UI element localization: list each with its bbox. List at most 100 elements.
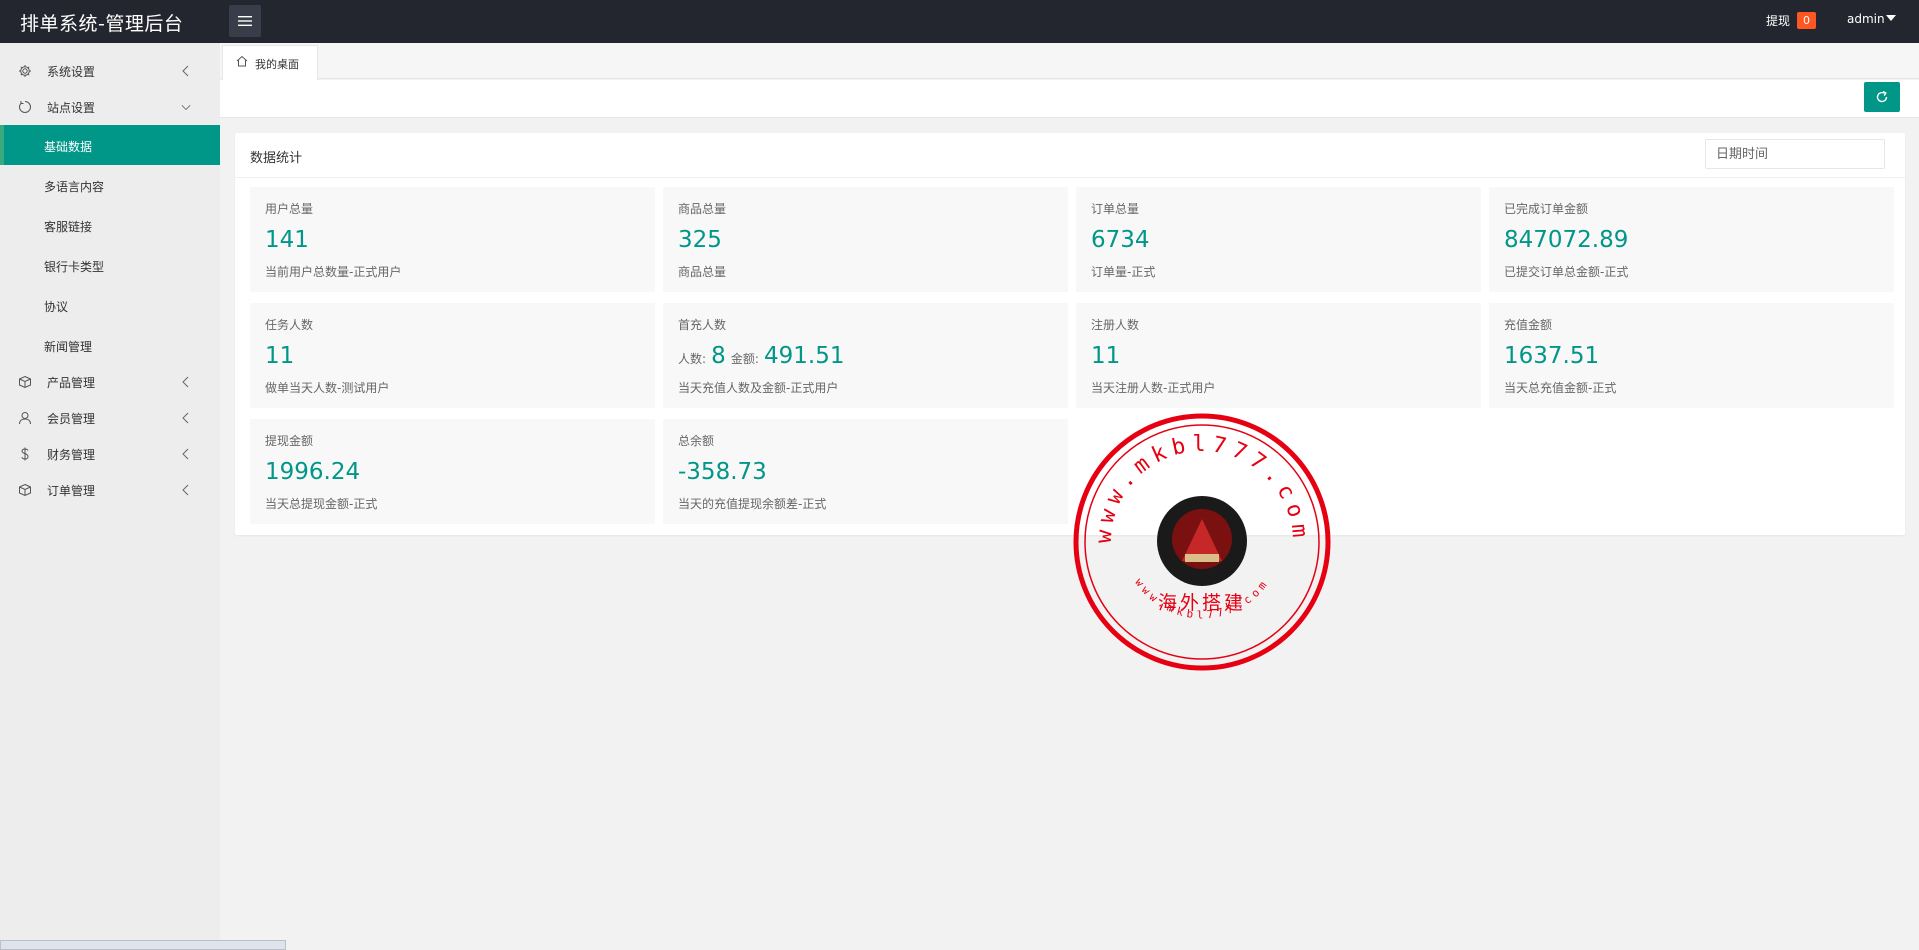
stat-card-first-recharge: 首充人数 人数: 8 金额: 491.51 当天充值人数及金额-正式用户	[663, 303, 1068, 408]
stat-value: 1996.24	[265, 459, 361, 485]
sidebar-item-label: 站点设置	[47, 101, 96, 115]
stat-desc: 当天充值人数及金额-正式用户	[678, 381, 839, 395]
stat-inline-values: 人数: 8 金额: 491.51	[678, 343, 845, 369]
refresh-button[interactable]	[1864, 82, 1900, 112]
card-title: 数据统计	[250, 151, 303, 166]
stat-card-recharge-amount: 充值金额 1637.51 当天总充值金额-正式	[1489, 303, 1894, 408]
site-icon	[18, 101, 32, 114]
stat-desc: 当前用户总数量-正式用户	[265, 265, 402, 279]
gear-icon	[19, 65, 31, 77]
stat-title: 订单总量	[1091, 202, 1140, 216]
sidebar-subitem-label: 协议	[44, 300, 69, 314]
stat-title: 注册人数	[1091, 318, 1140, 332]
amount-value: 491.51	[764, 343, 845, 369]
caret-down-icon[interactable]	[1886, 15, 1896, 21]
sidebar-subitem-agreement[interactable]: 协议	[0, 285, 220, 325]
tab-bar: 我的桌面	[220, 43, 1919, 80]
home-icon	[236, 55, 248, 67]
chevron-left-icon	[182, 448, 189, 460]
cube-icon	[19, 375, 31, 389]
chevron-left-icon	[182, 412, 189, 424]
card-header: 数据统计	[235, 133, 1905, 178]
withdraw-count-badge: 0	[1797, 12, 1816, 29]
date-time-input[interactable]	[1705, 139, 1885, 169]
user-menu[interactable]: admin	[1847, 12, 1885, 26]
stat-desc: 做单当天人数-测试用户	[265, 381, 390, 395]
stat-value: 847072.89	[1504, 227, 1629, 253]
hamburger-icon	[238, 16, 252, 26]
dollar-icon	[21, 447, 29, 461]
sidebar-subitem-bank-card-type[interactable]: 银行卡类型	[0, 245, 220, 285]
sidebar-subitem-label: 多语言内容	[44, 180, 105, 194]
stat-title: 任务人数	[265, 318, 314, 332]
stat-title: 提现金额	[265, 434, 314, 448]
chevron-left-icon	[182, 65, 189, 77]
sidebar-item-site-settings[interactable]: 站点设置	[0, 89, 220, 125]
stat-desc: 订单量-正式	[1091, 265, 1156, 279]
stats-card: 数据统计 用户总量 141 当前用户总数量-正式用户 商品总量 325 商品总量…	[235, 133, 1905, 535]
menu-toggle-button[interactable]	[229, 5, 261, 37]
stat-title: 总余额	[678, 434, 715, 448]
amount-label: 金额:	[730, 352, 759, 366]
stat-value: 11	[265, 343, 295, 369]
sidebar-subitem-basic-data[interactable]: 基础数据	[0, 125, 220, 165]
sidebar-item-finance[interactable]: 财务管理	[0, 436, 220, 472]
cube-icon	[19, 483, 31, 497]
brand-title: 排单系统-管理后台	[20, 13, 184, 35]
user-icon	[19, 412, 31, 425]
stat-card-task-users: 任务人数 11 做单当天人数-测试用户	[250, 303, 655, 408]
sidebar-item-orders[interactable]: 订单管理	[0, 472, 220, 508]
sidebar-item-label: 订单管理	[47, 484, 96, 498]
stat-desc: 当天的充值提现余额差-正式	[678, 497, 827, 511]
stat-desc: 当天总提现金额-正式	[265, 497, 378, 511]
sidebar-subitem-label: 银行卡类型	[44, 260, 105, 274]
sidebar-subitem-label: 客服链接	[44, 220, 93, 234]
count-value: 8	[711, 343, 726, 369]
chevron-down-icon	[181, 105, 191, 111]
page-toolbar	[220, 80, 1919, 118]
sidebar-item-label: 系统设置	[47, 65, 96, 79]
stat-card-user-total: 用户总量 141 当前用户总数量-正式用户	[250, 187, 655, 292]
watermark-stamp: www.mkbl777.com 海外搭建 www.mkbl777.com	[1073, 413, 1331, 671]
tab-my-desktop[interactable]: 我的桌面	[222, 45, 318, 80]
stat-desc: 商品总量	[678, 265, 727, 279]
stat-title: 用户总量	[265, 202, 314, 216]
tab-label: 我的桌面	[255, 58, 299, 71]
refresh-icon	[1876, 90, 1888, 103]
sidebar-subitem-service-link[interactable]: 客服链接	[0, 205, 220, 245]
stat-desc: 当天总充值金额-正式	[1504, 381, 1617, 395]
stat-card-completed-amount: 已完成订单金额 847072.89 已提交订单总金额-正式	[1489, 187, 1894, 292]
stat-title: 已完成订单金额	[1504, 202, 1589, 216]
withdraw-link[interactable]: 提现	[1766, 12, 1790, 29]
sidebar-subitem-label: 新闻管理	[44, 340, 93, 354]
stat-title: 首充人数	[678, 318, 727, 332]
chevron-left-icon	[182, 484, 189, 496]
stat-value: 11	[1091, 343, 1121, 369]
sidebar-item-label: 会员管理	[47, 412, 96, 426]
browser-status-bar	[0, 940, 286, 950]
chevron-left-icon	[182, 376, 189, 388]
sidebar-subitem-multilang[interactable]: 多语言内容	[0, 165, 220, 205]
stat-value: 6734	[1091, 227, 1150, 253]
stat-desc: 已提交订单总金额-正式	[1504, 265, 1629, 279]
stat-desc: 当天注册人数-正式用户	[1091, 381, 1216, 395]
sidebar-item-label: 财务管理	[47, 448, 96, 462]
sidebar-item-members[interactable]: 会员管理	[0, 400, 220, 436]
stat-title: 充值金额	[1504, 318, 1553, 332]
stat-title: 商品总量	[678, 202, 727, 216]
sidebar-subitem-news[interactable]: 新闻管理	[0, 325, 220, 365]
sidebar-item-system-settings[interactable]: 系统设置	[0, 53, 220, 89]
stat-card-total-balance: 总余额 -358.73 当天的充值提现余额差-正式	[663, 419, 1068, 524]
count-label: 人数:	[678, 352, 707, 366]
stat-value: -358.73	[678, 459, 767, 485]
stat-value: 325	[678, 227, 722, 253]
stat-card-withdraw-amount: 提现金额 1996.24 当天总提现金额-正式	[250, 419, 655, 524]
sidebar-item-label: 产品管理	[47, 376, 96, 390]
sidebar-item-products[interactable]: 产品管理	[0, 364, 220, 400]
stat-card-product-total: 商品总量 325 商品总量	[663, 187, 1068, 292]
stat-value: 1637.51	[1504, 343, 1600, 369]
sidebar: 系统设置 站点设置 基础数据 多语言内容 客服链接 银行卡类型 协议 新闻管理 …	[0, 43, 220, 950]
stat-card-registrations: 注册人数 11 当天注册人数-正式用户	[1076, 303, 1481, 408]
top-header: 排单系统-管理后台 提现 0 admin	[0, 0, 1919, 43]
sidebar-subitem-label: 基础数据	[44, 140, 93, 154]
